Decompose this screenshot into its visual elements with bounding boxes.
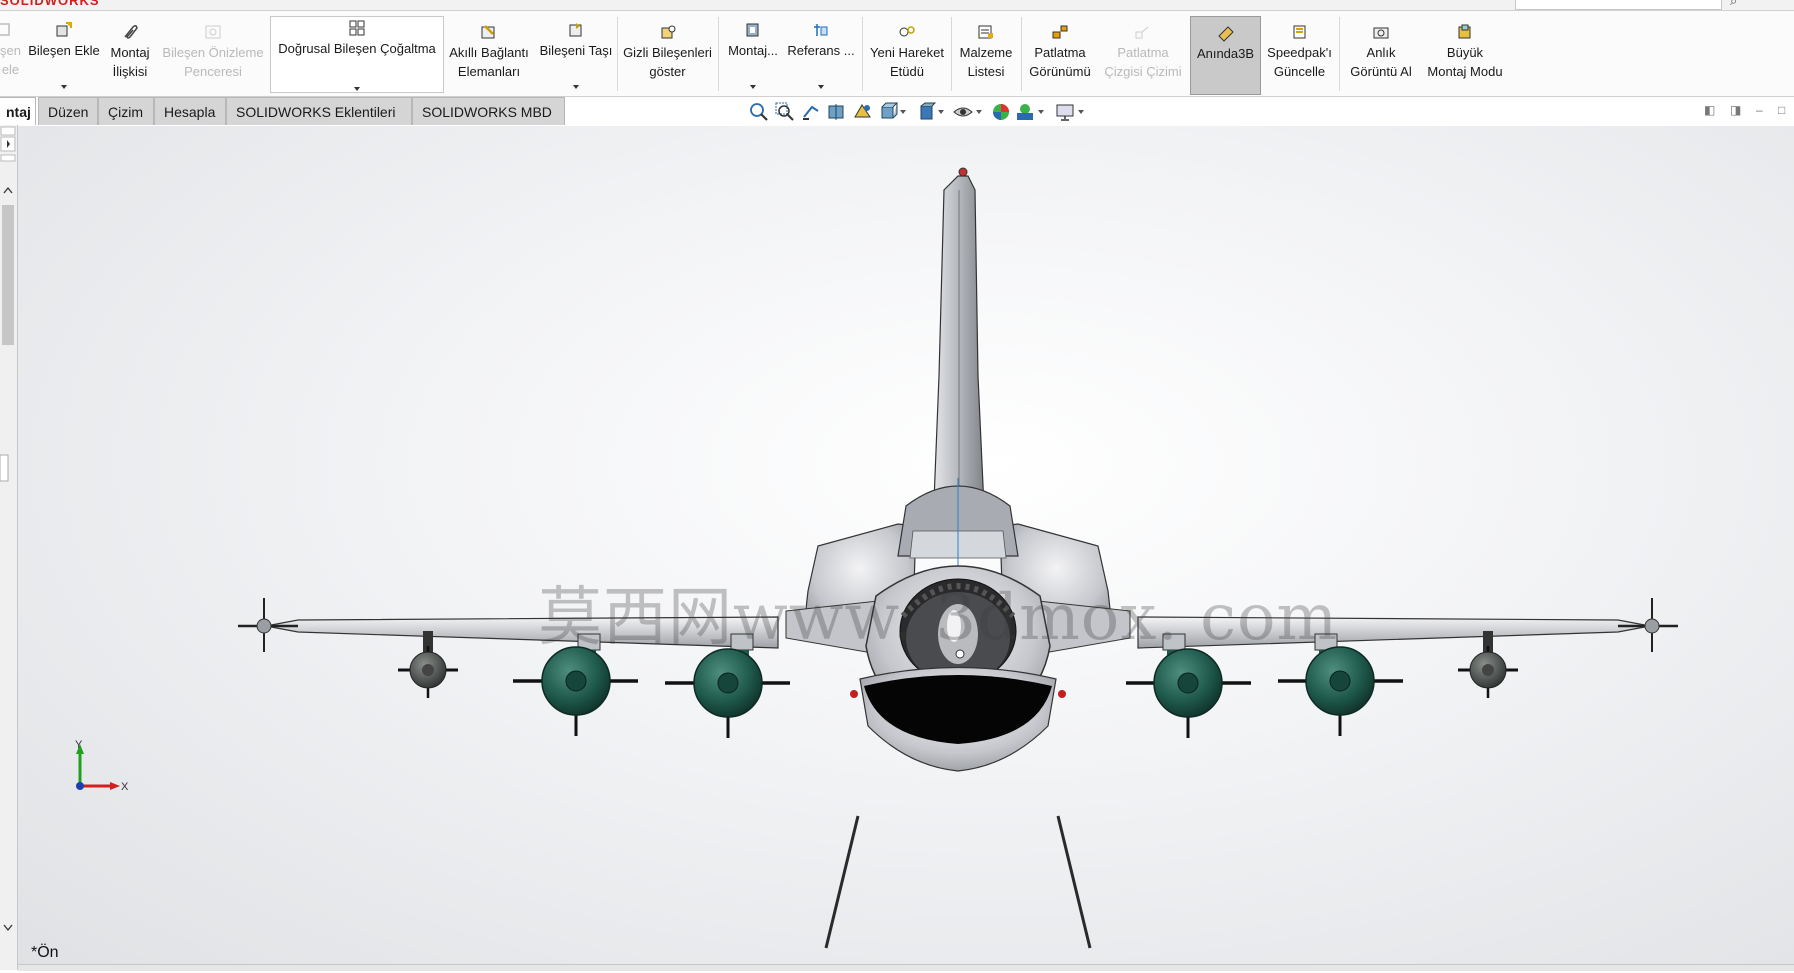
chevron-down-icon[interactable] — [1078, 110, 1084, 114]
assembly-features-icon — [746, 23, 759, 37]
zoom-area-icon[interactable] — [774, 101, 796, 123]
divider — [617, 17, 618, 91]
divider — [1339, 17, 1340, 91]
maximize-icon[interactable]: □ — [1778, 103, 1792, 117]
motion-study-icon — [899, 26, 915, 37]
chevron-down-icon[interactable] — [938, 110, 944, 114]
view-settings-icon[interactable] — [1054, 101, 1076, 123]
move-component-icon — [569, 23, 582, 37]
insert-component-button[interactable]: Bileşen Ekle — [24, 11, 104, 95]
mate-button[interactable]: Montaj İlişkisi — [104, 11, 156, 95]
chevron-down-icon[interactable] — [976, 110, 982, 114]
tab-solidworks-mbd[interactable]: SOLIDWORKS MBD — [412, 97, 565, 125]
tab-layout[interactable]: Düzen — [38, 97, 98, 125]
new-motion-study-button[interactable]: Yeni Hareket Etüdü — [865, 11, 949, 95]
tab-sketch[interactable]: Çizim — [98, 97, 154, 125]
divider — [718, 17, 719, 91]
triad-x-label: X — [121, 781, 129, 793]
coordinate-triad: Y X — [75, 740, 129, 793]
display-style-icon[interactable] — [916, 101, 938, 123]
landing-gear — [824, 815, 1092, 949]
panel-strip-controls — [0, 126, 16, 932]
take-snapshot-button[interactable]: Anlık Görüntü Al — [1341, 11, 1421, 95]
triad-y-label: Y — [75, 740, 83, 751]
solidworks-logo: SOLIDWORKS — [0, 0, 100, 8]
move-component-button[interactable]: Bileşeni Taşı — [536, 11, 616, 95]
reference-geometry-button[interactable]: Referans ... — [786, 11, 856, 95]
smart-fasteners-icon — [481, 25, 495, 39]
graphics-viewport[interactable]: 莫西网www. 3dmox. com Y X — [18, 126, 1794, 970]
chevron-down-icon[interactable] — [573, 85, 579, 89]
speedpak-icon — [1293, 25, 1305, 39]
minimize-icon[interactable]: – — [1756, 103, 1770, 117]
previous-view-icon[interactable] — [800, 101, 822, 123]
reference-geometry-icon — [814, 24, 828, 36]
linear-pattern-button[interactable]: Doğrusal Bileşen Çoğaltma — [272, 11, 442, 95]
section-view-icon[interactable] — [826, 101, 848, 123]
chevron-down-icon[interactable] — [1038, 110, 1044, 114]
dynamic-annotation-icon[interactable] — [852, 101, 874, 123]
divider — [1021, 17, 1022, 91]
edit-appearance-icon[interactable] — [990, 101, 1012, 123]
exploded-view-button[interactable]: Patlatma Görünümü — [1023, 11, 1097, 95]
divider — [951, 17, 952, 91]
mate-paperclip-icon — [124, 24, 138, 39]
camera-icon — [1373, 27, 1389, 39]
view-orientation-icon[interactable] — [878, 101, 900, 123]
exploded-view-icon — [1052, 25, 1068, 39]
restore-panel-icon[interactable]: ◧ — [1704, 103, 1718, 117]
component-icon — [0, 23, 10, 36]
linear-pattern-icon — [349, 20, 365, 36]
apply-scene-icon[interactable] — [1014, 101, 1036, 123]
watermark-text: 莫西网www. 3dmox. com — [538, 581, 1339, 655]
instant3d-icon — [1217, 26, 1234, 42]
title-bar: SOLIDWORKS ⌕ — [0, 0, 1794, 11]
hide-show-icon[interactable] — [952, 101, 974, 123]
command-manager: …şen …ele Bileşen Ekle Montaj İlişkisi B… — [0, 11, 1794, 97]
chevron-down-icon[interactable] — [818, 85, 824, 89]
chevron-down-icon[interactable] — [354, 87, 360, 91]
tile-panel-icon[interactable]: ◨ — [1730, 103, 1744, 117]
view-orientation-label: *Ön — [31, 944, 59, 961]
update-speedpak-button[interactable]: Speedpak'ı Güncelle — [1262, 11, 1337, 95]
smart-fasteners-button[interactable]: Akıllı Bağlantı Elemanları — [448, 11, 530, 95]
zoom-to-fit-icon[interactable] — [748, 101, 770, 123]
assembly-features-button[interactable]: Montaj... — [722, 11, 784, 95]
show-hidden-icon — [661, 25, 675, 39]
large-assembly-icon — [1458, 24, 1471, 39]
bill-of-materials-button[interactable]: Malzeme Listesi — [953, 11, 1019, 95]
insert-component-icon — [56, 22, 72, 37]
feature-manager-collapsed-strip[interactable] — [0, 125, 18, 970]
tab-assembly[interactable]: ntaj — [0, 97, 36, 125]
show-hidden-components-button[interactable]: Gizli Bileşenleri göster — [620, 11, 715, 95]
instant3d-button[interactable]: Anında3B — [1190, 16, 1261, 95]
search-input[interactable] — [1515, 0, 1722, 10]
large-assembly-mode-button[interactable]: Büyük Montaj Modu — [1421, 11, 1509, 95]
chevron-down-icon[interactable] — [61, 85, 67, 89]
tab-evaluate[interactable]: Hesapla — [154, 97, 226, 125]
component-tool-button[interactable]: …şen …ele — [0, 11, 22, 95]
explode-line-icon — [1135, 26, 1149, 39]
explode-line-sketch-button[interactable]: Patlatma Çizgisi Çizimi — [1099, 11, 1187, 95]
tab-solidworks-addins[interactable]: SOLIDWORKS Eklentileri — [226, 97, 412, 125]
search-icon[interactable]: ⌕ — [1730, 0, 1737, 9]
divider — [862, 17, 863, 91]
chevron-down-icon[interactable] — [900, 110, 906, 114]
bill-of-materials-icon — [978, 25, 993, 39]
component-preview-icon — [205, 25, 221, 39]
f16-aircraft-model[interactable] — [18, 126, 1794, 970]
component-preview-button[interactable]: Bileşen Önizleme Penceresi — [160, 11, 266, 95]
chevron-down-icon[interactable] — [750, 85, 756, 89]
